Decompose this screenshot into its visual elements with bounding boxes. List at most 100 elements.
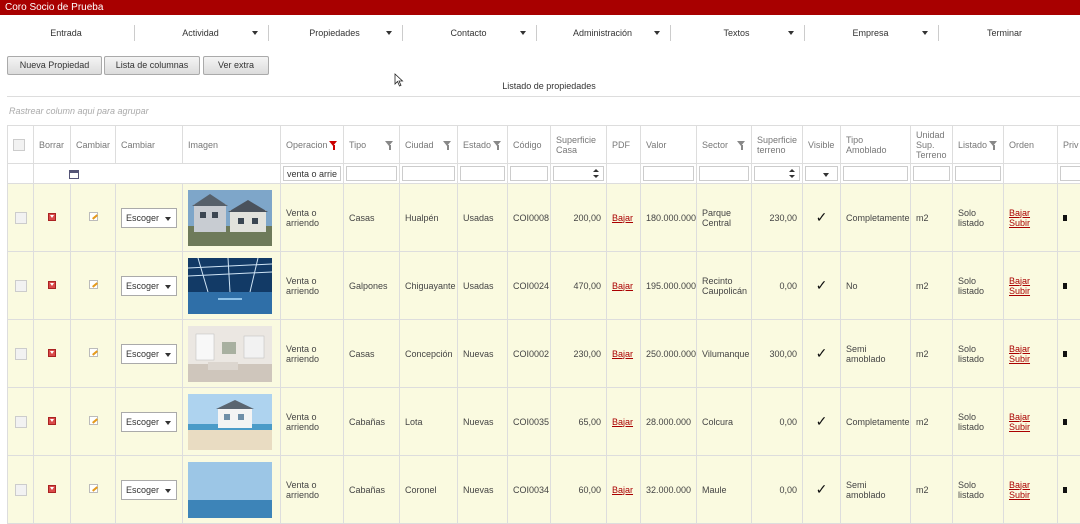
edit-icon[interactable] [89, 484, 98, 493]
filter-icon[interactable] [737, 141, 746, 150]
header-cambiar[interactable]: Cambiar [71, 126, 116, 164]
row-checkbox[interactable] [15, 484, 27, 496]
nav-actividad[interactable]: Actividad [134, 25, 266, 41]
move-down-link[interactable]: Bajar [1009, 276, 1030, 286]
operacion-filter-input[interactable] [283, 166, 341, 181]
new-property-button[interactable]: Nueva Propiedad [7, 56, 102, 75]
unidad-filter-input[interactable] [913, 166, 950, 181]
escoger-select[interactable]: Escoger [121, 276, 177, 296]
move-up-link[interactable]: Subir [1009, 490, 1030, 500]
delete-icon[interactable] [48, 349, 56, 357]
filter-icon[interactable] [989, 141, 998, 150]
pdf-download-link[interactable]: Bajar [612, 213, 633, 223]
header-tipo[interactable]: Tipo [344, 126, 400, 164]
escoger-select[interactable]: Escoger [121, 208, 177, 228]
header-imagen[interactable]: Imagen [183, 126, 281, 164]
filter-icon[interactable] [443, 141, 452, 150]
escoger-select[interactable]: Escoger [121, 344, 177, 364]
listado-filter-input[interactable] [955, 166, 1001, 181]
table-row[interactable]: EscogerVenta o arriendoCasasConcepciónNu… [8, 320, 1080, 388]
move-down-link[interactable]: Bajar [1009, 480, 1030, 490]
priv-icon[interactable] [1063, 351, 1067, 357]
nav-administracion[interactable]: Administración [536, 25, 668, 41]
nav-textos[interactable]: Textos [670, 25, 802, 41]
move-up-link[interactable]: Subir [1009, 218, 1030, 228]
filter-icon[interactable] [385, 141, 394, 150]
table-row[interactable]: EscogerVenta o arriendoCasasHualpénUsada… [8, 184, 1080, 252]
pdf-download-link[interactable]: Bajar [612, 485, 633, 495]
move-up-link[interactable]: Subir [1009, 354, 1030, 364]
priv-icon[interactable] [1063, 283, 1067, 289]
visible-filter-select[interactable] [805, 166, 838, 181]
checkmark-icon[interactable]: ✓ [816, 347, 828, 359]
escoger-select[interactable]: Escoger [121, 480, 177, 500]
ciudad-filter-input[interactable] [402, 166, 455, 181]
escoger-select[interactable]: Escoger [121, 412, 177, 432]
checkmark-icon[interactable]: ✓ [816, 415, 828, 427]
header-unidad-sup-terreno[interactable]: Unidad Sup. Terreno [911, 126, 953, 164]
amoblado-filter-input[interactable] [843, 166, 908, 181]
table-row[interactable]: EscogerVenta o arriendoGalponesChiguayan… [8, 252, 1080, 320]
header-sector[interactable]: Sector [697, 126, 752, 164]
header-orden[interactable]: Orden [1004, 126, 1058, 164]
checkmark-icon[interactable]: ✓ [816, 211, 828, 223]
codigo-filter-input[interactable] [510, 166, 548, 181]
property-photo[interactable] [188, 326, 272, 382]
header-borrar[interactable]: Borrar [34, 126, 71, 164]
header-ciudad[interactable]: Ciudad [400, 126, 458, 164]
filter-icon[interactable] [493, 141, 502, 150]
valor-filter-input[interactable] [643, 166, 694, 181]
delete-icon[interactable] [48, 281, 56, 289]
pdf-download-link[interactable]: Bajar [612, 281, 633, 291]
filter-active-icon[interactable] [329, 141, 338, 150]
move-down-link[interactable]: Bajar [1009, 412, 1030, 422]
header-superficie-terreno[interactable]: Superficie terreno [752, 126, 803, 164]
priv-icon[interactable] [1063, 215, 1067, 221]
edit-icon[interactable] [89, 280, 98, 289]
spin-down-icon[interactable] [593, 175, 599, 178]
header-cambiar-2[interactable]: Cambiar [116, 126, 183, 164]
header-priv[interactable]: Priv [1058, 126, 1080, 164]
move-down-link[interactable]: Bajar [1009, 344, 1030, 354]
column-list-button[interactable]: Lista de columnas [104, 56, 200, 75]
priv-filter-input[interactable] [1060, 166, 1080, 181]
row-checkbox[interactable] [15, 212, 27, 224]
delete-icon[interactable] [48, 417, 56, 425]
edit-icon[interactable] [89, 348, 98, 357]
edit-icon[interactable] [89, 212, 98, 221]
row-checkbox[interactable] [15, 280, 27, 292]
tipo-filter-input[interactable] [346, 166, 397, 181]
pdf-download-link[interactable]: Bajar [612, 349, 633, 359]
row-checkbox[interactable] [15, 348, 27, 360]
spin-up-icon[interactable] [593, 169, 599, 172]
property-photo[interactable] [188, 462, 272, 518]
checkmark-icon[interactable]: ✓ [816, 483, 828, 495]
property-photo[interactable] [188, 394, 272, 450]
header-operacion[interactable]: Operacion [281, 126, 344, 164]
header-visible[interactable]: Visible [803, 126, 841, 164]
nav-propiedades[interactable]: Propiedades [268, 25, 400, 41]
header-pdf[interactable]: PDF [607, 126, 641, 164]
delete-icon[interactable] [48, 213, 56, 221]
nav-entrada[interactable]: Entrada [0, 25, 132, 41]
table-row[interactable]: EscogerVenta o arriendoCabañasLotaNuevas… [8, 388, 1080, 456]
header-superficie-casa[interactable]: Superficie Casa [551, 126, 607, 164]
move-up-link[interactable]: Subir [1009, 422, 1030, 432]
nav-terminar[interactable]: Terminar [938, 25, 1070, 41]
header-valor[interactable]: Valor [641, 126, 697, 164]
nav-contacto[interactable]: Contacto [402, 25, 534, 41]
property-photo[interactable] [188, 190, 272, 246]
priv-icon[interactable] [1063, 419, 1067, 425]
delete-icon[interactable] [48, 485, 56, 493]
spin-up-icon[interactable] [789, 169, 795, 172]
sector-filter-input[interactable] [699, 166, 749, 181]
move-up-link[interactable]: Subir [1009, 286, 1030, 296]
header-codigo[interactable]: Código [508, 126, 551, 164]
checkmark-icon[interactable]: ✓ [816, 279, 828, 291]
calendar-icon[interactable] [69, 170, 79, 179]
select-all-checkbox[interactable] [13, 139, 25, 151]
edit-icon[interactable] [89, 416, 98, 425]
estado-filter-input[interactable] [460, 166, 505, 181]
group-drop-zone[interactable]: Rastrear column aqui para agrupar [9, 106, 149, 116]
table-row[interactable]: EscogerVenta o arriendoCabañasCoronelNue… [8, 456, 1080, 524]
